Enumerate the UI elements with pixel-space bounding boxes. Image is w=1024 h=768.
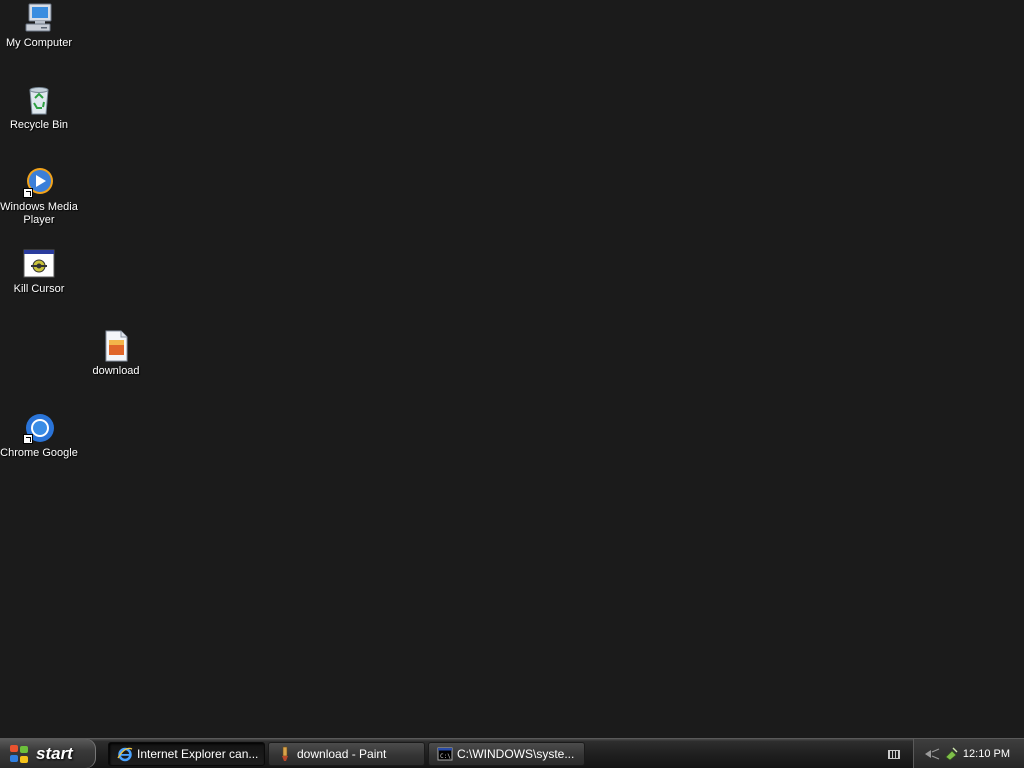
system-tray: 12:10 PM <box>913 739 1024 768</box>
desktop: My Computer Recycle Bin Windows Media Pl… <box>0 0 1024 738</box>
taskbar-button-paint[interactable]: download - Paint <box>268 742 425 766</box>
desktop-icon-chrome-google[interactable]: Chrome Google <box>0 412 78 460</box>
taskbar-button-internet-explorer[interactable]: Internet Explorer can... <box>108 742 265 766</box>
taskbar-button-command-prompt[interactable]: C:\ C:\WINDOWS\syste... <box>428 742 585 766</box>
taskbar-button-label: download - Paint <box>297 747 387 761</box>
start-button[interactable]: start <box>0 739 96 768</box>
desktop-icon-label: Kill Cursor <box>13 283 65 295</box>
image-file-icon <box>100 330 132 362</box>
kill-cursor-app-icon <box>23 248 55 280</box>
desktop-icon-label: Chrome Google <box>0 447 78 459</box>
taskbar: start Internet Explorer can... download … <box>0 738 1024 768</box>
desktop-icon-my-computer[interactable]: My Computer <box>0 2 78 50</box>
shortcut-arrow-icon <box>23 188 33 198</box>
chrome-icon <box>23 412 55 444</box>
shortcut-arrow-icon <box>23 434 33 444</box>
desktop-icon-download[interactable]: download <box>77 330 155 378</box>
my-computer-icon <box>23 2 55 34</box>
desktop-icon-label: Recycle Bin <box>9 119 69 131</box>
taskbar-button-label: Internet Explorer can... <box>137 747 259 761</box>
safely-remove-hardware-icon[interactable] <box>944 747 958 761</box>
desktop-icon-kill-cursor[interactable]: Kill Cursor <box>0 248 78 296</box>
clock[interactable]: 12:10 PM <box>963 748 1010 760</box>
recycle-bin-icon <box>23 84 55 116</box>
taskbar-button-label: C:\WINDOWS\syste... <box>457 747 575 761</box>
start-label: start <box>36 743 73 763</box>
windows-logo-icon <box>10 744 30 763</box>
desktop-icon-recycle-bin[interactable]: Recycle Bin <box>0 84 78 132</box>
windows-media-player-icon <box>23 166 55 198</box>
desktop-icon-windows-media-player[interactable]: Windows Media Player <box>0 166 78 227</box>
desktop-icon-label: download <box>92 365 140 377</box>
desktop-icon-label: My Computer <box>5 37 73 49</box>
desktop-icon-label: Windows Media Player <box>0 201 78 226</box>
command-prompt-icon: C:\ <box>437 746 453 762</box>
paint-icon <box>277 746 293 762</box>
network-icon[interactable] <box>924 747 940 761</box>
internet-explorer-icon <box>117 746 133 762</box>
svg-text:C:\: C:\ <box>440 753 451 760</box>
keyboard-icon[interactable] <box>888 750 900 759</box>
